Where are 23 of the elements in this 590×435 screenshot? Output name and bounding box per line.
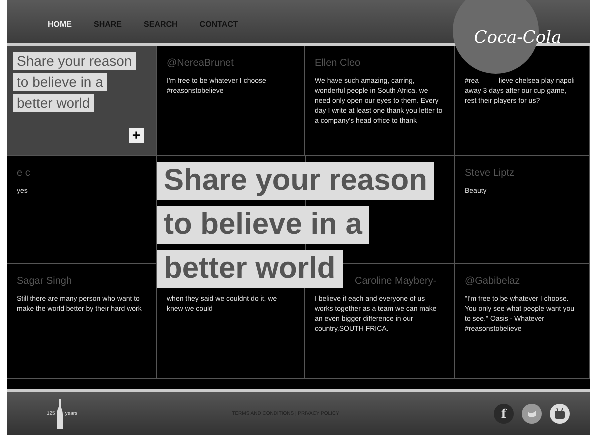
headline-text: Share your reason	[157, 162, 434, 200]
post-author: Caroline Maybery-	[354, 276, 438, 287]
nav-link[interactable]: HOME	[48, 14, 72, 29]
post-author: e c	[17, 168, 32, 179]
intro-text: to believe in a	[13, 73, 108, 91]
nav-link[interactable]: SEARCH	[144, 14, 178, 29]
nav-link[interactable]: SHARE	[94, 14, 122, 29]
twitter-button[interactable]	[522, 404, 542, 424]
post-author: @Gabibelaz	[465, 276, 522, 287]
youtube-button[interactable]	[550, 404, 570, 424]
headline-text: to believe in a	[157, 206, 370, 244]
headline-text: better world	[157, 250, 343, 288]
post-author: Steve Liptz	[465, 168, 516, 179]
post-author: @NereaBrunet	[167, 58, 235, 69]
intro-text: Share your reason	[13, 52, 136, 70]
intro-text: better world	[13, 94, 94, 112]
post-author: Ellen Cleo	[315, 58, 362, 69]
nav-link[interactable]: CONTACT	[200, 14, 238, 29]
tv-icon	[554, 408, 566, 420]
logo-text: Coca-Cola	[474, 28, 562, 48]
add-button[interactable]: +	[129, 128, 144, 143]
facebook-button[interactable]: f	[494, 404, 514, 424]
post-author: Sagar Singh	[17, 276, 74, 287]
